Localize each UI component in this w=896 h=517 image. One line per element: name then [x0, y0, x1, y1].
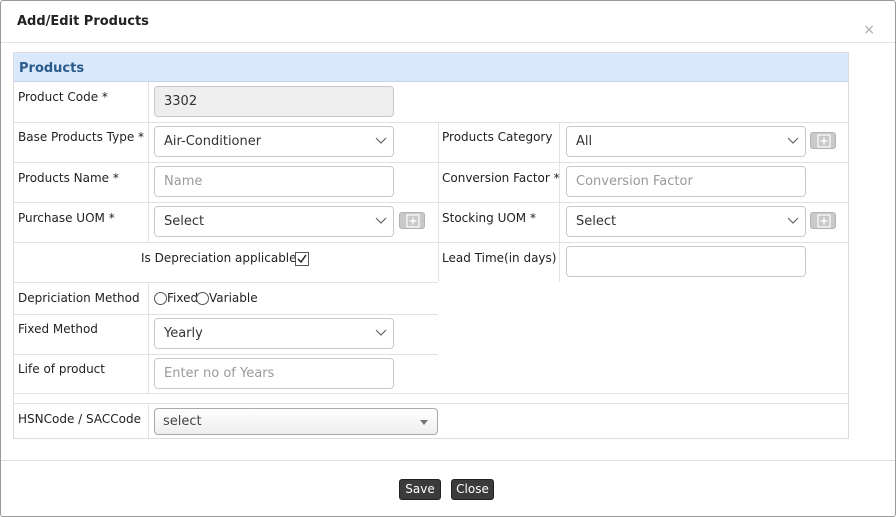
product-code-value: 3302	[164, 94, 198, 109]
row-divider	[14, 393, 848, 394]
hsn-code-select[interactable]: select	[154, 408, 438, 435]
row-divider	[14, 202, 848, 203]
products-category-label: Products Category	[442, 130, 553, 144]
chevron-down-icon	[787, 137, 799, 144]
radio-fixed-label: Fixed	[167, 291, 199, 305]
stocking-uom-select[interactable]: Select	[566, 206, 806, 237]
stocking-uom-label: Stocking UOM *	[442, 211, 536, 225]
base-products-type-select[interactable]: Air-Conditioner	[154, 126, 394, 157]
lead-time-input[interactable]	[576, 254, 796, 269]
stocking-uom-value: Select	[576, 214, 617, 229]
row-divider	[14, 403, 848, 404]
row-divider	[14, 242, 848, 243]
chevron-down-icon	[787, 217, 799, 224]
close-button[interactable]: Close	[451, 479, 494, 500]
life-of-product-field[interactable]	[154, 358, 394, 389]
life-of-product-label: Life of product	[18, 362, 105, 376]
product-code-input: 3302	[154, 86, 394, 117]
purchase-uom-label: Purchase UOM *	[18, 211, 115, 225]
lead-time-label: Lead Time(in days)	[442, 251, 557, 265]
purchase-uom-select[interactable]: Select	[154, 206, 394, 237]
plus-box-icon	[817, 134, 831, 148]
lead-time-field[interactable]	[566, 246, 806, 277]
panel-heading: Products	[14, 53, 848, 82]
conversion-factor-input[interactable]	[576, 174, 796, 189]
plus-box-icon	[406, 214, 420, 228]
plus-box-icon	[817, 214, 831, 228]
add-stocking-uom-button[interactable]	[810, 212, 836, 229]
dialog-header: Add/Edit Products ×	[1, 1, 895, 43]
depreciation-method-label: Depriciation Method	[18, 291, 140, 305]
radio-variable-label: Variable	[209, 291, 258, 305]
is-depreciation-checkbox[interactable]	[295, 252, 309, 266]
products-name-field[interactable]	[154, 166, 394, 197]
close-icon[interactable]: ×	[863, 23, 875, 37]
chevron-down-icon	[375, 217, 387, 224]
products-name-label: Products Name *	[18, 171, 119, 185]
base-products-type-value: Air-Conditioner	[164, 134, 262, 149]
col-divider	[559, 122, 560, 282]
chevron-down-icon	[375, 329, 387, 336]
conversion-factor-label: Conversion Factor *	[442, 171, 560, 185]
fixed-method-value: Yearly	[164, 326, 203, 341]
panel-heading-title: Products	[19, 61, 85, 76]
purchase-uom-value: Select	[164, 214, 205, 229]
add-purchase-uom-button[interactable]	[399, 212, 425, 229]
check-icon	[297, 254, 307, 264]
dialog-footer: Save Close	[1, 460, 895, 516]
row-divider	[14, 282, 438, 283]
radio-variable[interactable]	[196, 292, 209, 305]
fixed-method-label: Fixed Method	[18, 322, 98, 336]
radio-fixed[interactable]	[154, 292, 167, 305]
products-name-input[interactable]	[164, 174, 384, 189]
row-divider	[14, 122, 848, 123]
col-divider	[438, 122, 439, 282]
life-of-product-input[interactable]	[164, 366, 384, 381]
row-divider	[14, 162, 848, 163]
base-products-type-label: Base Products Type *	[18, 130, 145, 144]
col-divider	[148, 282, 149, 393]
save-button[interactable]: Save	[399, 479, 441, 500]
product-code-label: Product Code *	[18, 90, 108, 104]
hsn-code-label: HSNCode / SACCode	[18, 412, 141, 426]
products-category-select[interactable]: All	[566, 126, 806, 157]
chevron-down-icon	[375, 137, 387, 144]
row-divider	[14, 354, 438, 355]
conversion-factor-field[interactable]	[566, 166, 806, 197]
col-divider	[148, 403, 149, 438]
row-divider	[14, 314, 438, 315]
add-edit-products-dialog: Add/Edit Products × Products Product Cod…	[0, 0, 896, 517]
dialog-title: Add/Edit Products	[17, 14, 149, 29]
fixed-method-select[interactable]: Yearly	[154, 318, 394, 349]
products-category-value: All	[576, 134, 593, 149]
col-divider	[148, 82, 149, 242]
add-category-button[interactable]	[810, 132, 836, 149]
dropdown-arrow-icon	[420, 420, 428, 425]
hsn-code-value: select	[163, 414, 202, 429]
is-depreciation-label: Is Depreciation applicable	[141, 251, 297, 265]
